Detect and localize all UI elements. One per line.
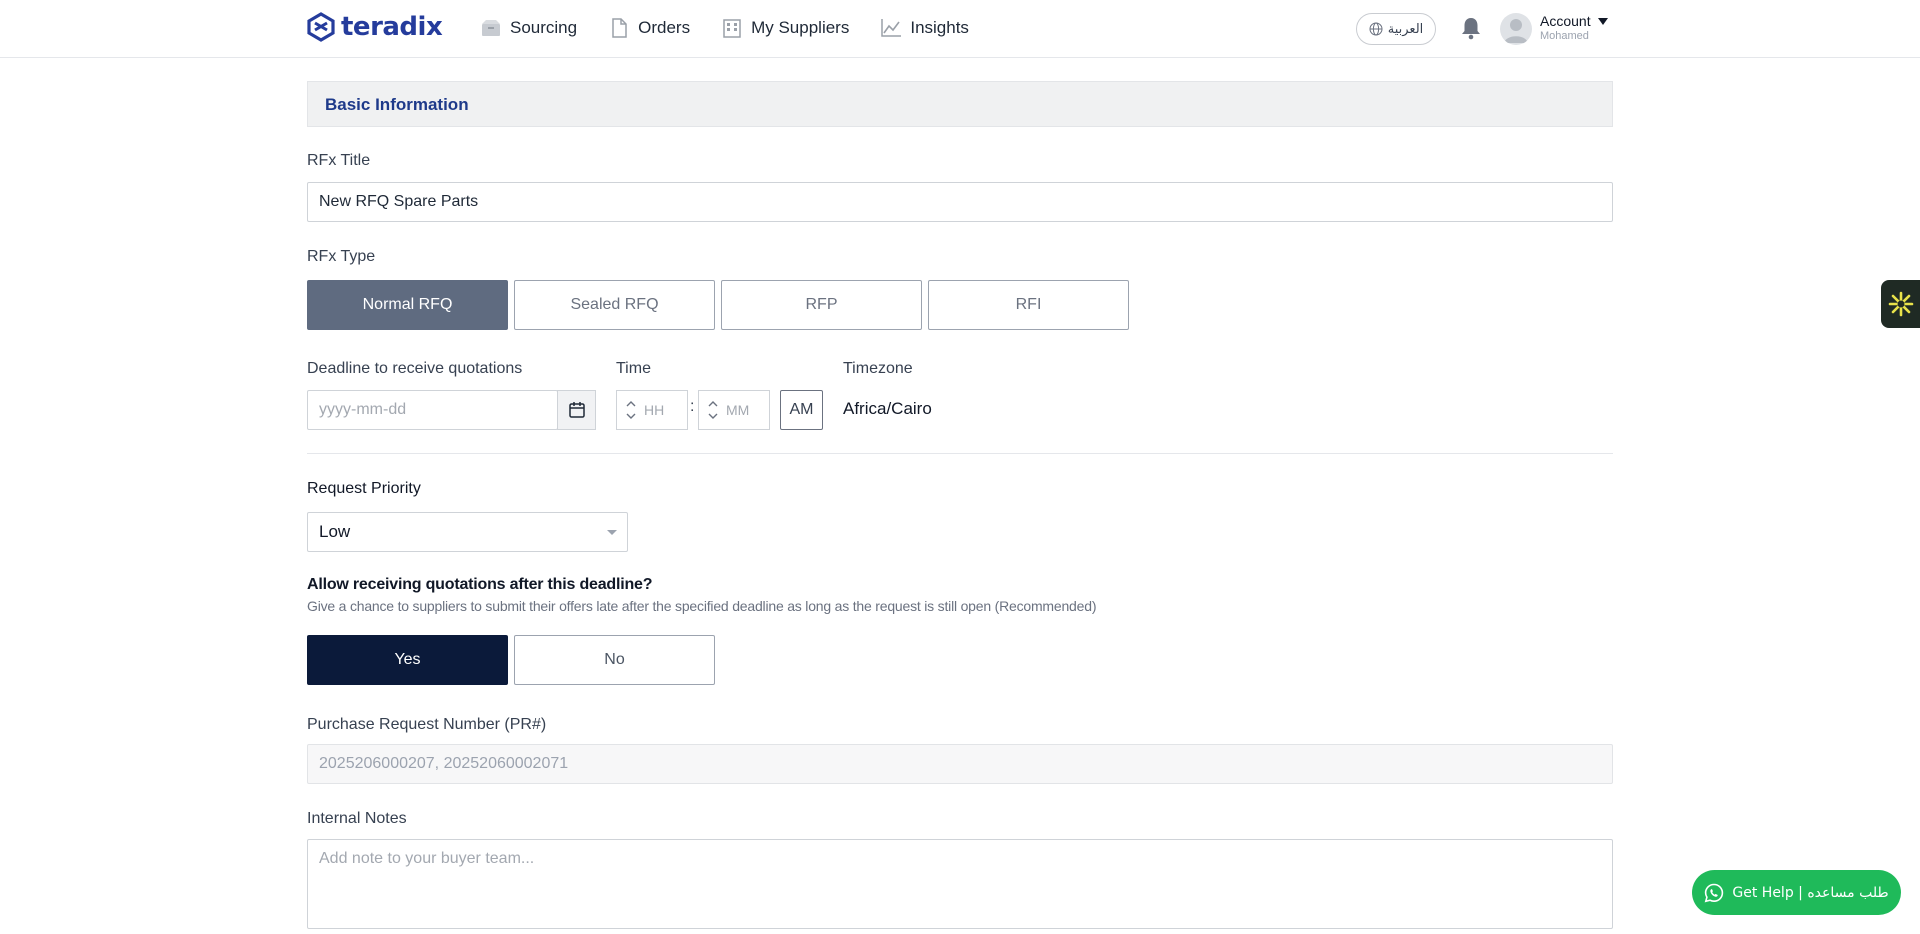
rfx-type-rfp[interactable]: RFP [721, 280, 922, 330]
minute-input[interactable]: MM [698, 390, 770, 430]
rfx-title-input[interactable]: New RFQ Spare Parts [307, 182, 1613, 222]
get-help-label: Get Help | طلب مساعده [1732, 884, 1889, 901]
priority-label: Request Priority [307, 480, 421, 497]
internal-notes-textarea[interactable]: Add note to your buyer team... [307, 839, 1613, 929]
nav-sourcing[interactable]: Sourcing [480, 18, 577, 38]
account-label-row: Account [1540, 13, 1608, 29]
divider [307, 453, 1613, 454]
top-navbar: teradix Sourcing Orders My Suppliers Ins… [0, 0, 1920, 58]
get-help-button[interactable]: Get Help | طلب مساعده [1692, 870, 1901, 915]
account-label: Account [1540, 13, 1591, 29]
late-quotations-description: Give a chance to suppliers to submit the… [307, 598, 1097, 614]
language-switch-button[interactable]: العربية [1356, 13, 1436, 45]
internal-notes-label: Internal Notes [307, 810, 407, 827]
minute-stepper[interactable] [705, 395, 721, 425]
main-nav: Sourcing Orders My Suppliers Insights [480, 0, 1000, 56]
chevron-up-icon[interactable] [708, 400, 718, 408]
chevron-up-icon[interactable] [626, 400, 636, 408]
nav-orders-label: Orders [638, 18, 691, 37]
nav-insights[interactable]: Insights [880, 18, 969, 38]
teradix-logo[interactable]: teradix [307, 11, 443, 43]
notification-bell-icon[interactable] [1460, 16, 1482, 40]
hour-input[interactable]: HH [616, 390, 688, 430]
teradix-logo-icon [307, 12, 335, 42]
date-picker-button[interactable] [557, 390, 596, 430]
time-label: Time [616, 360, 651, 377]
avatar[interactable] [1500, 13, 1532, 45]
nav-sourcing-label: Sourcing [510, 18, 578, 37]
pr-number-label: Purchase Request Number (PR#) [307, 716, 547, 733]
pr-number-input: 2025206000207, 20252060002071 [307, 744, 1613, 784]
section-title: Basic Information [325, 95, 469, 114]
timezone-value: Africa/Cairo [843, 399, 932, 418]
building-icon [723, 19, 741, 38]
chevron-down-icon[interactable] [626, 412, 636, 420]
hour-stepper[interactable] [623, 395, 639, 425]
late-quotations-yes-button[interactable]: Yes [307, 635, 508, 685]
whatsapp-icon [1705, 883, 1724, 902]
account-username: Mohamed [1540, 30, 1589, 42]
calendar-icon [568, 402, 585, 418]
time-separator: : [690, 398, 695, 415]
rfx-type-normal-rfq[interactable]: Normal RFQ [307, 280, 508, 330]
nav-insights-label: Insights [910, 18, 969, 37]
timezone-label: Timezone [843, 360, 913, 377]
chart-icon [881, 19, 902, 37]
rfx-type-sealed-rfq[interactable]: Sealed RFQ [514, 280, 715, 330]
deadline-label: Deadline to receive quotations [307, 360, 523, 377]
dropdown-arrow-icon [607, 530, 617, 535]
language-label: العربية [1387, 21, 1424, 37]
priority-value: Low [319, 522, 351, 541]
document-icon [612, 18, 627, 38]
brand-name: teradix [341, 12, 443, 42]
hour-placeholder: HH [644, 402, 665, 418]
account-menu[interactable]: Account Mohamed [1540, 13, 1608, 42]
rfx-title-label: RFx Title [307, 152, 371, 169]
deadline-date-input[interactable]: yyyy-mm-dd [307, 390, 558, 430]
minute-placeholder: MM [726, 402, 750, 418]
user-avatar-icon [1504, 19, 1528, 43]
section-header: Basic Information [307, 81, 1613, 127]
nav-my-suppliers-label: My Suppliers [751, 18, 850, 37]
late-quotations-question: Allow receiving quotations after this de… [307, 576, 653, 593]
late-quotations-no-button[interactable]: No [514, 635, 715, 685]
caret-down-icon [1597, 17, 1608, 25]
rfx-type-label: RFx Type [307, 248, 376, 265]
priority-select[interactable]: Low [307, 512, 628, 552]
globe-icon [1369, 22, 1383, 36]
sparkle-icon [1888, 291, 1913, 317]
am-pm-toggle[interactable]: AM [780, 390, 823, 430]
box-icon [482, 20, 500, 36]
side-feedback-widget[interactable] [1881, 280, 1920, 328]
chevron-down-icon[interactable] [708, 412, 718, 420]
rfx-type-rfi[interactable]: RFI [928, 280, 1129, 330]
nav-orders[interactable]: Orders [608, 18, 690, 38]
nav-my-suppliers[interactable]: My Suppliers [721, 18, 849, 38]
